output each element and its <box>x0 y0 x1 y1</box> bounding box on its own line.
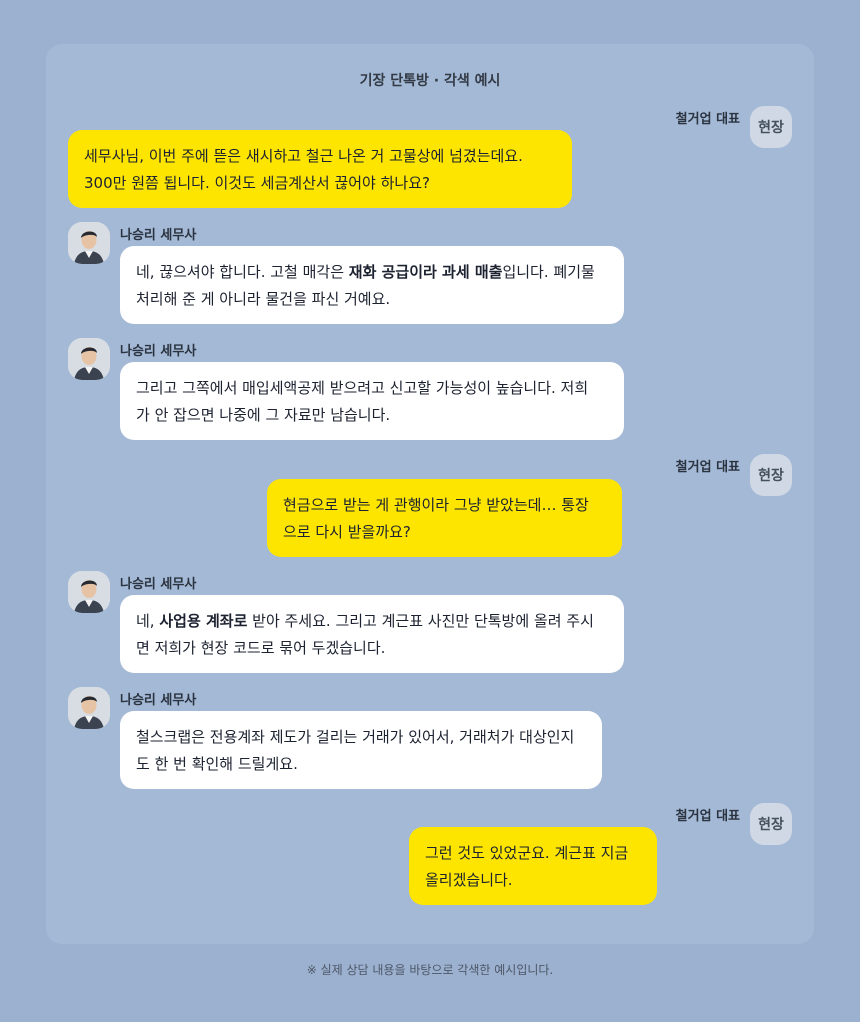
message-bubble-client: 그런 것도 있었군요. 계근표 지금 올리겠습니다. <box>409 827 657 905</box>
chat-title: 기장 단톡방 · 각색 예시 <box>359 73 501 89</box>
message-bubble-advisor: 네, 사업용 계좌로 받아 주세요. 그리고 계근표 사진만 단톡방에 올려 주… <box>120 595 624 673</box>
emphasis-text: 재화 공급이라 과세 매출 <box>348 263 503 281</box>
advisor-avatar <box>68 222 110 264</box>
message-line: 철스크랩은 전용계좌 제도가 걸리는 거래가 있어서, 거래처가 대상인지 <box>136 728 575 746</box>
advisor-avatar <box>68 338 110 380</box>
message-line: 300만 원쯤 됩니다. 이것도 세금계산서 끊어야 하나요? <box>84 174 430 192</box>
message-line: 그런 것도 있었군요. 계근표 지금 <box>425 844 629 862</box>
sender-name: 철거업 대표 <box>675 112 740 127</box>
message-bubble-client: 세무사님, 이번 주에 뜯은 새시하고 철근 나온 거 고물상에 넘겼는데요. … <box>68 130 572 208</box>
message-line: 처리해 준 게 아니라 물건을 파신 거예요. <box>136 290 391 308</box>
sender-name: 나승리 세무사 <box>120 344 197 359</box>
person-photo-icon <box>68 338 110 380</box>
message-line: 세무사님, 이번 주에 뜯은 새시하고 철근 나온 거 고물상에 넘겼는데요. <box>84 147 523 165</box>
message-line: 으로 다시 받을까요? <box>283 523 411 541</box>
client-avatar: 현장 <box>750 454 792 496</box>
sender-name: 나승리 세무사 <box>120 577 197 592</box>
message-bubble-advisor: 철스크랩은 전용계좌 제도가 걸리는 거래가 있어서, 거래처가 대상인지 도 … <box>120 711 602 789</box>
message-line: 가 안 잡으면 나중에 그 자료만 남습니다. <box>136 406 391 424</box>
sender-name: 나승리 세무사 <box>120 693 197 708</box>
message-line: 도 한 번 확인해 드릴게요. <box>136 755 298 773</box>
message-line: 현금으로 받는 게 관행이라 그냥 받았는데… 통장 <box>283 496 589 514</box>
message-line: 네, 끊으셔야 합니다. 고철 매각은 재화 공급이라 과세 매출입니다. 폐기… <box>136 263 595 281</box>
message-line: 면 저희가 현장 코드로 묶어 두겠습니다. <box>136 639 386 657</box>
person-photo-icon <box>68 687 110 729</box>
message-line: 올리겠습니다. <box>425 871 513 889</box>
client-avatar: 현장 <box>750 803 792 845</box>
message-line: 그리고 그쪽에서 매입세액공제 받으려고 신고할 가능성이 높습니다. 저희 <box>136 379 589 397</box>
message-bubble-client: 현금으로 받는 게 관행이라 그냥 받았는데… 통장 으로 다시 받을까요? <box>267 479 622 557</box>
message-bubble-advisor: 그리고 그쪽에서 매입세액공제 받으려고 신고할 가능성이 높습니다. 저희 가… <box>120 362 624 440</box>
client-avatar: 현장 <box>750 106 792 148</box>
person-photo-icon <box>68 222 110 264</box>
advisor-avatar <box>68 687 110 729</box>
advisor-avatar <box>68 571 110 613</box>
message-bubble-advisor: 네, 끊으셔야 합니다. 고철 매각은 재화 공급이라 과세 매출입니다. 폐기… <box>120 246 624 324</box>
emphasis-text: 사업용 계좌로 <box>159 612 248 630</box>
message-line: 네, 사업용 계좌로 받아 주세요. 그리고 계근표 사진만 단톡방에 올려 주… <box>136 612 594 630</box>
sender-name: 철거업 대표 <box>675 460 740 475</box>
disclaimer-note: ※ 실제 상담 내용을 바탕으로 각색한 예시입니다. <box>306 963 554 977</box>
person-photo-icon <box>68 571 110 613</box>
sender-name: 나승리 세무사 <box>120 228 197 243</box>
sender-name: 철거업 대표 <box>675 809 740 824</box>
